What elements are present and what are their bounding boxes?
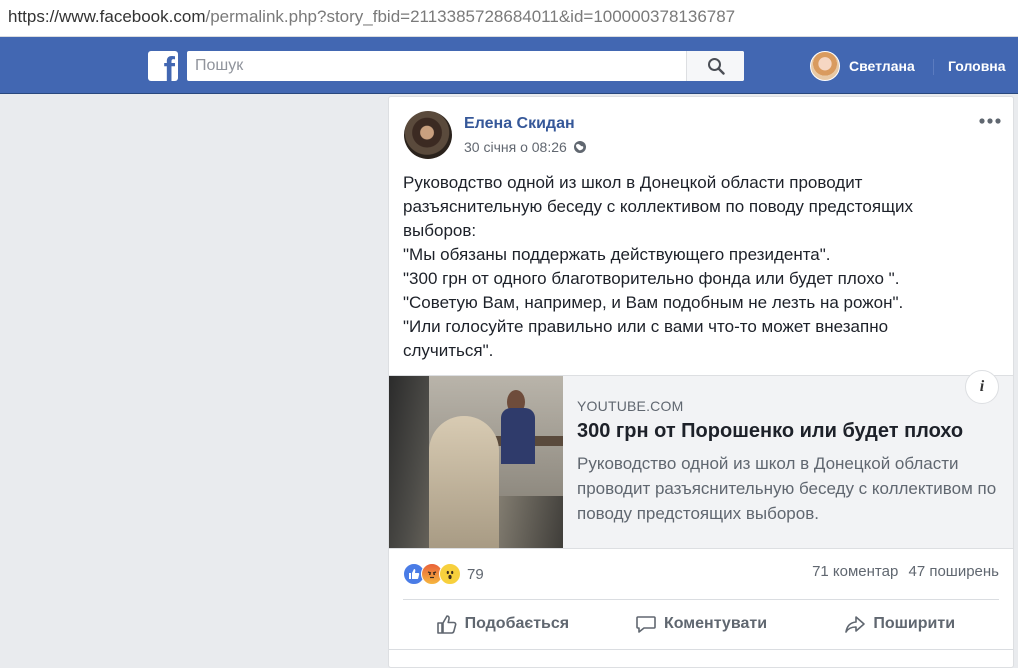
share-button[interactable]: Поширити: [800, 605, 999, 643]
thumbs-up-icon: [436, 615, 457, 634]
post-card: Елена Скидан 30 січня о 08:26 Руководств…: [388, 96, 1014, 668]
globe-icon[interactable]: [573, 140, 587, 154]
reactions-summary[interactable]: 79: [403, 563, 484, 585]
link-title[interactable]: 300 грн от Порошенко или будет плохо: [577, 420, 997, 443]
search-button[interactable]: [686, 51, 744, 81]
post-text-line: "Или голосуйте правильно или с вами что-…: [403, 317, 889, 360]
post-author[interactable]: Елена Скидан: [464, 115, 575, 133]
comment-button[interactable]: Коментувати: [602, 605, 801, 643]
comment-icon: [636, 616, 656, 633]
share-icon: [845, 616, 866, 633]
divider: [389, 649, 1013, 650]
info-icon[interactable]: i: [965, 370, 999, 404]
link-description: Руководство одной из школ в Донецкой обл…: [577, 454, 997, 523]
link-preview[interactable]: YOUTUBE.COM 300 грн от Порошенко или буд…: [389, 370, 1013, 549]
facebook-top-bar: f Светлана Головна: [0, 37, 1018, 94]
post-stats: 79 71 коментар 47 поширень: [403, 563, 999, 585]
link-domain: YOUTUBE.COM: [577, 398, 684, 414]
post-text-line: Руководство одной из школ в Донецкой обл…: [403, 173, 914, 240]
post-text-line: "300 грн от одного благотворительно фонд…: [403, 269, 900, 288]
avatar: [810, 51, 840, 81]
facebook-logo-letter: f: [163, 51, 175, 81]
post-text-line: "Советую Вам, например, и Вам подобным н…: [403, 293, 904, 312]
like-label: Подобається: [464, 615, 570, 632]
like-button[interactable]: Подобається: [403, 605, 602, 643]
wow-reaction-icon: [439, 563, 461, 585]
divider: [403, 599, 999, 600]
nav-divider: [933, 59, 934, 75]
search-box: [187, 51, 744, 81]
url-path: /permalink.php?story_fbid=21133857286840…: [205, 7, 736, 26]
profile-link[interactable]: Светлана: [810, 51, 915, 81]
home-link[interactable]: Головна: [948, 51, 1006, 81]
author-avatar[interactable]: [404, 111, 452, 159]
post-timestamp[interactable]: 30 січня о 08:26: [464, 139, 567, 155]
more-icon[interactable]: [977, 111, 1003, 131]
share-label: Поширити: [873, 615, 956, 632]
browser-address-bar[interactable]: https://www.facebook.com/permalink.php?s…: [0, 0, 1018, 37]
facebook-logo-icon[interactable]: f: [148, 51, 178, 81]
link-info: YOUTUBE.COM 300 грн от Порошенко или буд…: [577, 398, 997, 526]
engagement-counts: 71 коментар 47 поширень: [806, 563, 999, 580]
profile-name: Светлана: [849, 58, 915, 74]
comments-count[interactable]: 71 коментар: [812, 563, 898, 580]
url-host: https://www.facebook.com: [8, 7, 206, 26]
reaction-count: 79: [467, 565, 484, 583]
post-text: Руководство одной из школ в Донецкой обл…: [403, 171, 963, 363]
video-thumbnail[interactable]: [389, 376, 563, 548]
post-meta: 30 січня о 08:26: [464, 139, 587, 155]
comment-label: Коментувати: [663, 615, 768, 632]
search-input[interactable]: [187, 51, 675, 81]
post-actions: Подобається Коментувати Поширити: [403, 605, 999, 643]
post-text-line: "Мы обязаны поддержать действующего през…: [403, 245, 831, 264]
shares-count[interactable]: 47 поширень: [908, 563, 999, 580]
search-icon: [707, 58, 725, 75]
